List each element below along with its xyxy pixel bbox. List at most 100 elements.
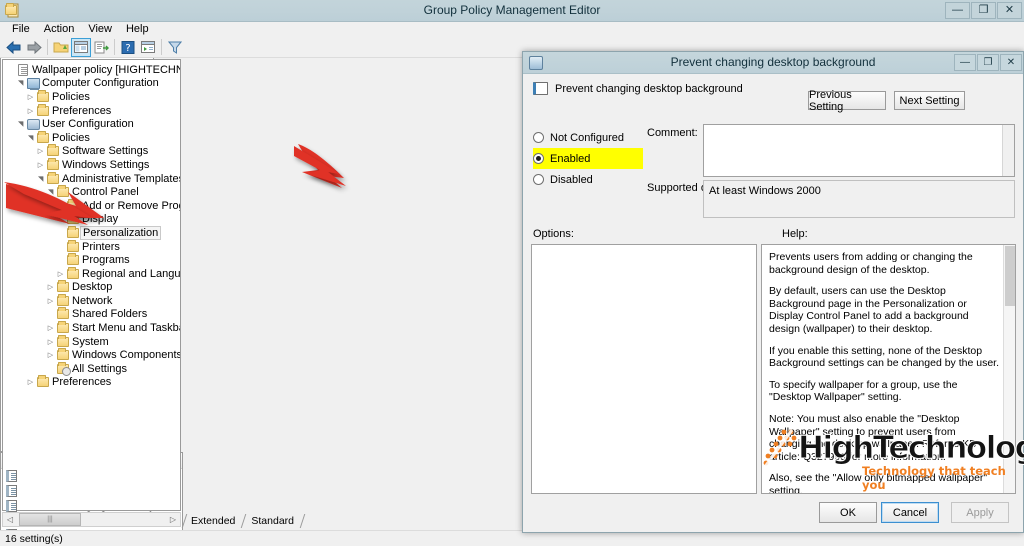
collapse-triangle-icon[interactable]: ◢ [37,173,45,184]
menu-item-file[interactable]: File [5,22,37,37]
tree-item[interactable]: ▷ Network [5,293,180,308]
options-label: Options: [533,228,574,240]
folder-icon [66,239,80,252]
tree-item-label: Preferences [52,376,112,389]
previous-setting-button[interactable]: Previous Setting [808,89,886,113]
comment-scrollbar[interactable] [1002,125,1014,176]
collapse-triangle-icon[interactable]: ◢ [17,78,25,89]
radio-not-configured[interactable]: Not Configured [533,127,643,148]
tree-item[interactable]: ▷ Preferences [5,375,180,390]
close-button[interactable]: ✕ [997,2,1022,19]
show-hide-tree-icon[interactable] [71,37,91,57]
tree-item[interactable]: ◢ User Configuration [5,117,180,131]
help-paragraph: If you enable this setting, none of the … [769,344,999,370]
expand-triangle-icon[interactable]: ▷ [25,107,36,115]
tree-item[interactable]: ▷ System [5,334,180,349]
tree-item[interactable]: All Settings [5,361,180,376]
expand-triangle-icon[interactable]: ▷ [45,297,56,305]
tree-item[interactable]: Add or Remove Progra [5,198,180,213]
tree-item[interactable]: ▷ Desktop [5,280,180,295]
tree-item-label: Start Menu and Taskbar [72,322,181,335]
help-scrollbar[interactable] [1003,245,1015,493]
tree-item[interactable]: ◢ Control Panel [5,185,180,199]
dialog-minimize-button[interactable]: — [954,54,976,71]
tree-horizontal-scrollbar[interactable]: ◁ ||| ▷ [2,512,181,527]
expand-triangle-icon[interactable]: ▷ [45,324,56,332]
dialog-titlebar: Prevent changing desktop background — ❐ … [523,52,1023,74]
scrollbar-track[interactable]: ||| [17,513,166,526]
tree-item[interactable]: Display [5,212,180,227]
tree-item[interactable]: ▷ Software Settings [5,144,180,159]
help-scrollbar-thumb[interactable] [1005,246,1015,306]
console-tree: Wallpaper policy [HIGHTECHNOLOGY-D ◢ Compu… [3,60,180,389]
dialog-window-controls: — ❐ ✕ [953,54,1022,71]
radio-button-icon[interactable] [533,174,544,185]
expand-triangle-icon[interactable]: ▷ [45,351,56,359]
radio-disabled[interactable]: Disabled [533,169,643,190]
tree-item[interactable]: ▷ Regional and Languag [5,266,180,281]
status-bar-text: 16 setting(s) [5,533,63,545]
collapse-triangle-icon[interactable]: ◢ [47,187,55,198]
radio-button-icon[interactable] [533,132,544,143]
policy-icon [16,63,30,76]
filter-icon[interactable] [165,38,185,57]
options-panel[interactable] [531,244,757,494]
dialog-close-button[interactable]: ✕ [1000,54,1022,71]
tree-item[interactable]: ▷ Policies [5,89,180,104]
svg-text:?: ? [125,43,130,54]
tree-item[interactable]: Wallpaper policy [HIGHTECHNOLOGY-D [5,63,180,77]
folder-icon [5,2,17,15]
comment-textarea[interactable] [703,124,1015,177]
minimize-button[interactable]: — [945,2,970,19]
collapse-triangle-icon[interactable]: ◢ [27,132,35,143]
scrollbar-thumb[interactable]: ||| [19,513,81,526]
ok-button[interactable]: OK [819,502,877,523]
tab-standard[interactable]: Standard [244,514,303,528]
expand-triangle-icon[interactable]: ▷ [45,283,56,291]
expand-triangle-icon[interactable]: ▷ [25,378,36,386]
tree-item[interactable]: ◢ Policies [5,130,180,145]
cancel-button[interactable]: Cancel [881,502,939,523]
scroll-right-arrow-icon[interactable]: ▷ [166,515,180,524]
tree-item[interactable]: ▷ Windows Components [5,348,180,362]
collapse-triangle-icon[interactable]: ◢ [17,119,25,130]
tree-item-label: Windows Settings [62,158,150,171]
dialog-subheader-label: Prevent changing desktop background [555,83,743,95]
menu-bar: File Action View Help [0,22,1024,37]
menu-item-help[interactable]: Help [119,22,156,37]
tree-item[interactable]: Printers [5,239,180,254]
tree-item[interactable]: Programs [5,253,180,267]
tree-item[interactable]: ◢ Computer Configuration [5,77,180,91]
tab-extended[interactable]: Extended [184,514,244,528]
expand-triangle-icon[interactable]: ▷ [35,161,46,169]
help-icon[interactable]: ? [118,38,138,57]
policy-setting-icon [6,499,17,512]
toolbar-separator-3 [161,39,162,55]
expand-triangle-icon[interactable]: ▷ [45,338,56,346]
expand-triangle-icon[interactable]: ▷ [55,270,66,278]
tree-item[interactable]: ▷ Windows Settings [5,157,180,172]
expand-triangle-icon[interactable]: ▷ [35,147,46,155]
export-list-icon[interactable] [91,38,111,57]
properties-icon[interactable] [138,38,158,57]
radio-enabled[interactable]: Enabled [533,148,643,169]
tree-item[interactable]: ▷ Preferences [5,103,180,118]
tree-item[interactable]: Shared Folders [5,307,180,322]
radio-button-icon[interactable] [533,153,544,164]
policy-setting-icon [6,470,17,483]
menu-item-action[interactable]: Action [37,22,82,37]
expand-triangle-icon[interactable]: ▷ [25,93,36,101]
up-folder-icon[interactable] [51,38,71,57]
folder-icon [66,253,80,266]
next-setting-button[interactable]: Next Setting [894,91,965,110]
dialog-maximize-button[interactable]: ❐ [977,54,999,71]
menu-item-view[interactable]: View [81,22,119,37]
tree-item[interactable]: Personalization [5,225,180,240]
forward-arrow-icon[interactable] [24,38,44,57]
scroll-left-arrow-icon[interactable]: ◁ [3,515,17,524]
maximize-button[interactable]: ❐ [971,2,996,19]
back-arrow-icon[interactable] [4,38,24,57]
help-paragraph: By default, users can use the Desktop Ba… [769,285,969,335]
tree-item[interactable]: ◢ Administrative Templates: Po [5,171,180,186]
tree-item[interactable]: ▷ Start Menu and Taskbar [5,321,180,335]
